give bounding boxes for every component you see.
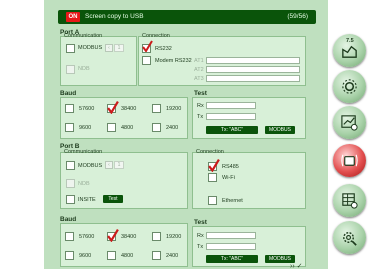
port-b-baud-box (60, 223, 188, 267)
port-b-modbus-checkbox[interactable] (66, 161, 75, 170)
port-a-modbus-label: MODBUS (78, 45, 103, 51)
port-b-tx-abc-button[interactable]: Tx: "ABC" (206, 255, 258, 263)
port-b-baud-2400-label: 2400 (166, 253, 179, 259)
port-b-baud-2400-checkbox[interactable] (152, 251, 161, 260)
port-a-baud-box (60, 97, 188, 139)
port-b-ethernet-label: Ethernet (222, 198, 243, 204)
port-b-baud-9600-checkbox[interactable] (65, 251, 74, 260)
sidebar-settings-button[interactable] (333, 70, 366, 103)
port-b-wifi-checkbox[interactable] (208, 173, 217, 182)
port-a-modem-label: Modem RS232 (155, 58, 192, 64)
port-a-tx-abc-button[interactable]: Tx: "ABC" (206, 126, 258, 134)
gauge-chart-icon (342, 45, 357, 58)
port-a-at3-field[interactable] (206, 75, 300, 82)
port-a-baud-2400-label: 2400 (166, 125, 179, 131)
port-a-baud-57600-checkbox[interactable] (65, 104, 74, 113)
port-b-baud-4800-label: 4800 (121, 253, 134, 259)
trend-chart-icon (341, 115, 358, 131)
port-b-insite-checkbox[interactable] (66, 195, 75, 204)
on-status-badge[interactable]: ON (66, 12, 80, 22)
port-a-baud-2400-checkbox[interactable] (152, 123, 161, 132)
port-b-test-button[interactable]: Test (103, 195, 123, 203)
port-a-at3-label: AT3 (194, 76, 204, 82)
port-b-baud-57600-label: 57600 (79, 234, 95, 240)
port-b-modbus-label: MODBUS (78, 163, 103, 169)
port-a-baud-9600-label: 9600 (79, 125, 92, 131)
sidebar-nav: 7.5 (328, 0, 372, 269)
alarm-icon (341, 154, 358, 167)
port-a-baud-9600-checkbox[interactable] (65, 123, 74, 132)
port-b-ethernet-checkbox[interactable] (208, 196, 217, 205)
status-bar: ON Screen copy to USB (59/56) (58, 10, 316, 24)
port-b-test-title: Test (194, 219, 207, 226)
port-a-rs232-check-icon (142, 40, 153, 52)
port-a-at2-label: AT2 (194, 67, 204, 73)
port-a-baud-title: Baud (60, 90, 77, 97)
port-b-modbus-down[interactable]: ‹ (105, 161, 113, 169)
sidebar-alarm-button[interactable] (333, 144, 366, 177)
sidebar-trend-button[interactable] (333, 106, 366, 139)
port-a-at2-field[interactable] (206, 66, 300, 73)
port-a-connection-title: Connection (142, 33, 170, 39)
port-a-baud-38400-check-icon (107, 100, 119, 114)
port-b-tx-field[interactable] (206, 243, 256, 250)
port-b-baud-19200-label: 19200 (166, 234, 182, 240)
wrench-gear-icon (343, 232, 357, 246)
port-b-baud-57600-checkbox[interactable] (65, 232, 74, 241)
port-a-modem-checkbox[interactable] (142, 56, 151, 65)
port-a-baud-19200-checkbox[interactable] (152, 104, 161, 113)
port-a-modbus-address[interactable]: 1 (114, 44, 124, 52)
port-b-connection-title: Connection (196, 149, 224, 155)
port-a-modbus-down[interactable]: ‹ (105, 44, 113, 52)
data-table-icon (342, 193, 358, 209)
port-b-rs485-label: RS485 (222, 164, 239, 170)
port-a-modbus-checkbox[interactable] (66, 44, 75, 53)
port-b-baud-title: Baud (60, 216, 77, 223)
port-a-modbus-test-button[interactable]: MODBUS (265, 126, 295, 134)
port-b-tx-label: Tx (197, 244, 204, 250)
port-a-tx-label: Tx (197, 114, 204, 120)
sidebar-tools-button[interactable] (333, 221, 366, 254)
port-a-baud-4800-label: 4800 (121, 125, 134, 131)
port-b-communication-title: Communication (64, 149, 103, 155)
port-b-rx-label: Rx (197, 233, 204, 239)
port-b-baud-38400-check-icon (107, 228, 119, 242)
port-b-baud-9600-label: 9600 (79, 253, 92, 259)
port-a-at1-field[interactable] (206, 57, 300, 64)
port-a-baud-19200-label: 19200 (166, 106, 182, 112)
port-a-baud-57600-label: 57600 (79, 106, 95, 112)
port-a-baud-4800-checkbox[interactable] (107, 123, 116, 132)
sidebar-data-button[interactable] (333, 184, 366, 217)
port-a-at1-label: AT1 (194, 58, 204, 64)
port-b-rx-field[interactable] (206, 232, 256, 239)
port-a-rx-label: Rx (197, 103, 204, 109)
port-a-tx-field[interactable] (206, 113, 256, 120)
port-b-ndb-checkbox[interactable] (66, 179, 75, 188)
sidebar-gauge-button[interactable]: 7.5 (333, 34, 366, 67)
port-b-modbus-address[interactable]: 1 (114, 161, 124, 169)
port-b-ndb-label: NDB (78, 181, 90, 187)
port-b-baud-19200-checkbox[interactable] (152, 232, 161, 241)
port-b-rs485-check-icon (208, 158, 220, 172)
port-b-baud-38400-label: 38400 (121, 234, 137, 240)
status-count: (59/56) (287, 13, 308, 20)
port-a-rs232-label: RS232 (155, 46, 172, 52)
port-a-rx-field[interactable] (206, 102, 256, 109)
port-a-ndb-checkbox[interactable] (66, 65, 75, 74)
port-b-wifi-label: Wi-Fi (222, 175, 235, 181)
port-a-ndb-label: NDB (78, 66, 90, 72)
port-b-baud-4800-checkbox[interactable] (107, 251, 116, 260)
port-a-baud-38400-label: 38400 (121, 106, 137, 112)
port-b-insite-label: INSITE (78, 197, 96, 203)
port-a-test-title: Test (194, 90, 207, 97)
status-message: Screen copy to USB (85, 13, 144, 20)
port-a-communication-title: Communication (64, 33, 103, 39)
gear-icon (342, 79, 357, 94)
